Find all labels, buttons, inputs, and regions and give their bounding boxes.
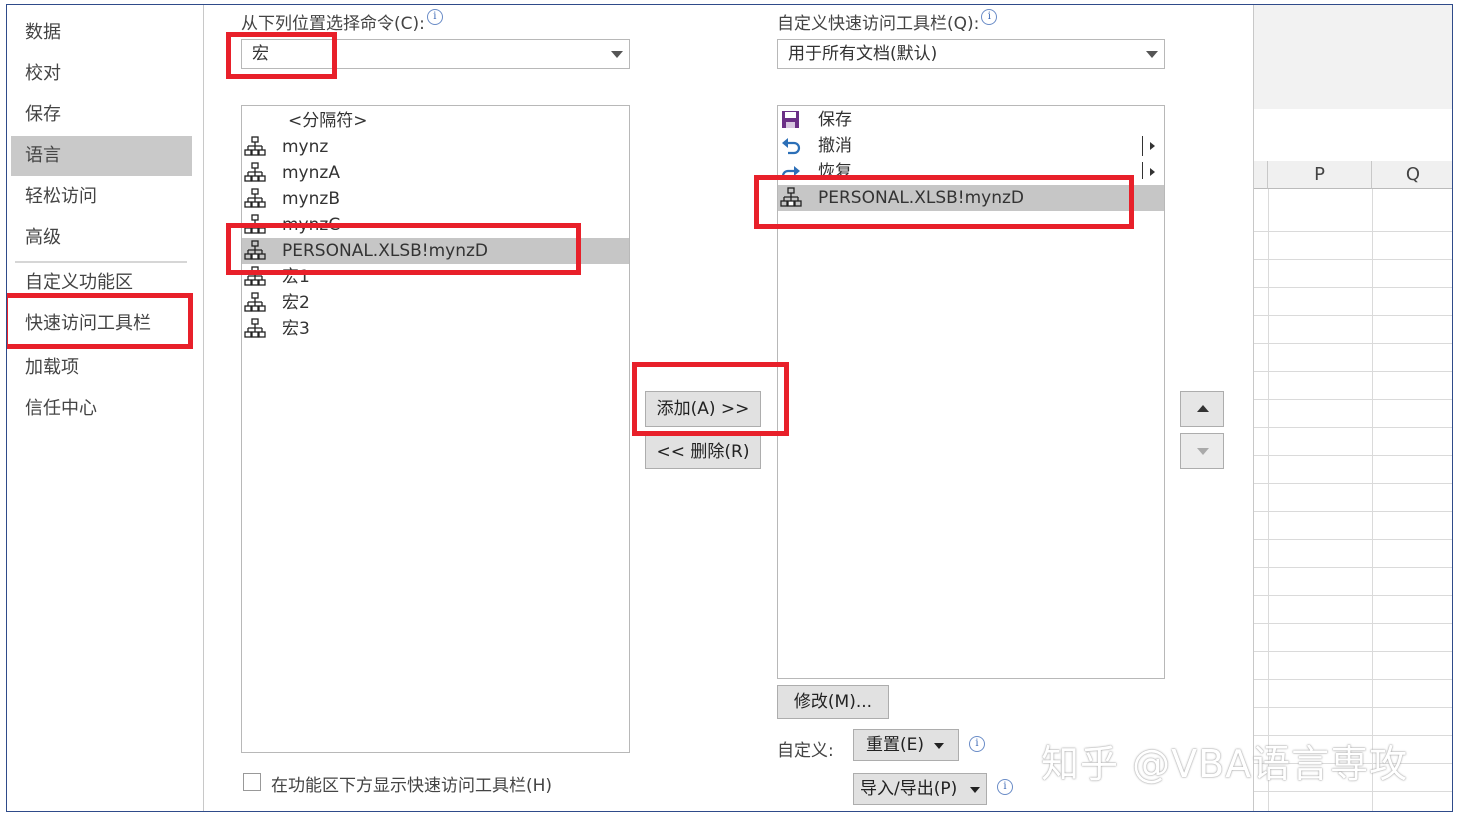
customize-qat-value: 用于所有文档(默认) bbox=[788, 44, 938, 64]
grid-line bbox=[1254, 483, 1452, 484]
list-item[interactable]: 保存 bbox=[778, 107, 1164, 133]
grid-line bbox=[1254, 399, 1452, 400]
watermark: 知乎 @VBA语言専攻 bbox=[1041, 742, 1409, 786]
grid-line bbox=[1254, 343, 1452, 344]
grid-line bbox=[1254, 595, 1452, 596]
dropdown-arrow-icon bbox=[611, 51, 623, 58]
nav-item-save[interactable]: 保存 bbox=[11, 95, 192, 135]
info-icon: i bbox=[426, 9, 443, 25]
list-item[interactable]: 撤消 bbox=[778, 133, 1164, 159]
grid-line bbox=[1254, 231, 1452, 232]
options-dialog: 数据 校对 保存 语言 轻松访问 高级 自定义功能区 快速访问工具栏 加载项 信… bbox=[6, 4, 1453, 812]
reset-label: 重置(E) bbox=[866, 735, 925, 755]
highlight-box-nav-qat bbox=[7, 293, 193, 349]
list-item[interactable]: 宏3 bbox=[242, 316, 629, 342]
move-down-button[interactable] bbox=[1180, 433, 1224, 469]
column-header-p[interactable]: P bbox=[1268, 161, 1372, 189]
import-export-label: 导入/导出(P) bbox=[860, 779, 958, 799]
nav-item-language[interactable]: 语言 bbox=[11, 136, 192, 176]
nav-item-trust-center[interactable]: 信任中心 bbox=[11, 389, 192, 429]
dropdown-arrow-icon bbox=[1146, 51, 1158, 58]
grid-line bbox=[1254, 315, 1452, 316]
list-item[interactable]: mynzA bbox=[242, 160, 629, 186]
import-export-dropdown-button[interactable]: 导入/导出(P) bbox=[853, 773, 987, 805]
save-icon bbox=[780, 109, 802, 131]
list-item[interactable]: mynz bbox=[242, 134, 629, 160]
chevron-right-icon[interactable] bbox=[1150, 168, 1155, 176]
dropdown-arrow-icon bbox=[934, 743, 944, 749]
show-below-ribbon-checkbox[interactable] bbox=[243, 773, 261, 791]
show-below-ribbon-label: 在功能区下方显示快速访问工具栏(H) bbox=[271, 776, 553, 796]
highlight-box-selected-macro bbox=[226, 223, 581, 275]
row-header-corner bbox=[1254, 161, 1268, 189]
grid-line bbox=[1254, 791, 1452, 792]
list-item[interactable]: 宏2 bbox=[242, 290, 629, 316]
arrow-up-icon bbox=[1197, 405, 1209, 412]
options-nav: 数据 校对 保存 语言 轻松访问 高级 自定义功能区 快速访问工具栏 加载项 信… bbox=[7, 5, 194, 811]
modify-button[interactable]: 修改(M)... bbox=[777, 685, 889, 719]
info-icon: i bbox=[981, 9, 998, 25]
customize-qat-dropdown[interactable]: 用于所有文档(默认) bbox=[777, 39, 1165, 69]
nav-item-addins[interactable]: 加载项 bbox=[11, 348, 192, 388]
formula-bar-area bbox=[1254, 109, 1452, 162]
highlight-box-added-macro bbox=[754, 175, 1134, 229]
nav-gap bbox=[193, 5, 204, 811]
grid-line bbox=[1268, 189, 1269, 811]
macro-icon bbox=[244, 188, 266, 210]
macro-icon bbox=[244, 318, 266, 340]
undo-icon bbox=[780, 135, 802, 157]
grid-line bbox=[1254, 511, 1452, 512]
split-divider bbox=[1142, 136, 1143, 156]
macro-icon bbox=[244, 292, 266, 314]
grid-line bbox=[1254, 371, 1452, 372]
info-icon: i bbox=[997, 779, 1013, 795]
grid-line bbox=[1254, 679, 1452, 680]
customize-qat-label: 自定义快速访问工具栏(Q): i bbox=[777, 9, 998, 34]
highlight-box-add-button bbox=[632, 362, 789, 436]
dropdown-arrow-icon bbox=[970, 787, 980, 793]
grid-line bbox=[1254, 287, 1452, 288]
choose-commands-label: 从下列位置选择命令(C): i bbox=[241, 9, 443, 34]
grid-line bbox=[1254, 651, 1452, 652]
customize-label: 自定义: bbox=[777, 741, 834, 761]
reset-dropdown-button[interactable]: 重置(E) bbox=[853, 729, 959, 761]
grid-line bbox=[1254, 567, 1452, 568]
macro-icon bbox=[244, 162, 266, 184]
grid-line bbox=[1254, 539, 1452, 540]
spreadsheet-background: P Q bbox=[1253, 5, 1452, 811]
info-icon: i bbox=[969, 736, 985, 752]
grid-line bbox=[1372, 189, 1373, 811]
grid-line bbox=[1254, 455, 1452, 456]
split-divider bbox=[1142, 162, 1143, 179]
list-item[interactable]: mynzB bbox=[242, 186, 629, 212]
list-item[interactable]: <分隔符> bbox=[242, 108, 629, 134]
nav-item-proofing[interactable]: 校对 bbox=[11, 54, 192, 94]
grid-line bbox=[1254, 623, 1452, 624]
move-up-button[interactable] bbox=[1180, 391, 1224, 427]
highlight-box-source-dropdown bbox=[226, 32, 337, 79]
grid-line bbox=[1254, 707, 1452, 708]
nav-item-advanced[interactable]: 高级 bbox=[11, 218, 192, 258]
grid-line bbox=[1254, 259, 1452, 260]
remove-button[interactable]: << 删除(R) bbox=[645, 435, 761, 469]
ribbon-area bbox=[1254, 5, 1452, 110]
macro-icon bbox=[244, 136, 266, 158]
available-commands-list[interactable]: <分隔符> mynz mynzA mynzB mynzC PERSONAL.XL… bbox=[241, 105, 630, 753]
arrow-down-icon bbox=[1197, 448, 1209, 455]
column-header-q[interactable]: Q bbox=[1372, 161, 1452, 189]
nav-item-data[interactable]: 数据 bbox=[11, 13, 192, 53]
grid-line bbox=[1254, 427, 1452, 428]
nav-item-accessibility[interactable]: 轻松访问 bbox=[11, 177, 192, 217]
chevron-right-icon[interactable] bbox=[1150, 142, 1155, 150]
